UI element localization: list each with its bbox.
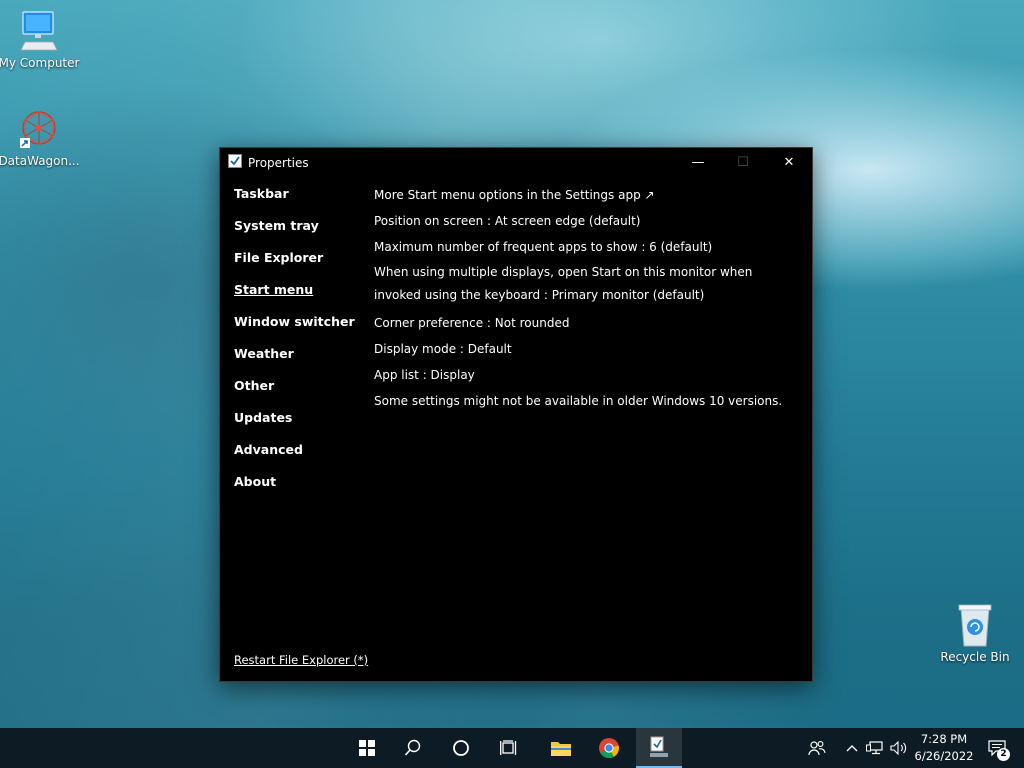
properties-window: Properties — ☐ ✕ Taskbar System tray Fil… bbox=[219, 147, 813, 682]
close-button[interactable]: ✕ bbox=[766, 148, 812, 178]
system-clock[interactable]: 7:28 PM 6/26/2022 bbox=[908, 731, 980, 765]
start-button[interactable] bbox=[344, 728, 390, 768]
properties-app-icon bbox=[650, 736, 668, 757]
app-icon bbox=[228, 154, 242, 168]
setting-corner-preference[interactable]: Corner preference : Not rounded bbox=[374, 310, 794, 336]
task-view-button[interactable] bbox=[486, 728, 532, 768]
clock-date: 6/26/2022 bbox=[914, 749, 974, 763]
notification-count-badge: 2 bbox=[997, 748, 1010, 761]
desktop-icon-datawagon[interactable]: DataWagon... bbox=[0, 108, 81, 168]
recycle-bin-icon bbox=[958, 604, 992, 647]
task-view-icon bbox=[500, 740, 517, 755]
speaker-icon bbox=[890, 741, 907, 755]
settings-content: More Start menu options in the Settings … bbox=[374, 182, 794, 414]
file-explorer-taskbar-button[interactable] bbox=[538, 728, 584, 768]
setting-position-on-screen[interactable]: Position on screen : At screen edge (def… bbox=[374, 208, 794, 234]
setting-frequent-apps[interactable]: Maximum number of frequent apps to show … bbox=[374, 234, 794, 260]
folder-icon bbox=[551, 742, 571, 756]
people-button[interactable] bbox=[804, 728, 830, 768]
taskbar: 7:28 PM 6/26/2022 bbox=[0, 728, 1024, 768]
title-bar[interactable]: Properties — ☐ ✕ bbox=[220, 148, 812, 178]
search-button[interactable] bbox=[390, 728, 436, 768]
computer-icon bbox=[20, 11, 58, 51]
desktop-icon-label: Recycle Bin bbox=[940, 650, 1010, 664]
people-icon bbox=[808, 741, 826, 756]
datawagon-network-icon bbox=[20, 111, 56, 148]
compatibility-note: Some settings might not be available in … bbox=[374, 394, 783, 408]
settings-app-link[interactable]: More Start menu options in the Settings … bbox=[374, 182, 794, 208]
chrome-taskbar-button[interactable] bbox=[586, 728, 632, 768]
nav-item-window-switcher[interactable]: Window switcher bbox=[234, 310, 364, 342]
volume-button[interactable] bbox=[888, 728, 910, 768]
nav-item-advanced[interactable]: Advanced bbox=[234, 438, 364, 470]
properties-taskbar-button[interactable] bbox=[636, 728, 682, 768]
desktop-icon-label: DataWagon... bbox=[0, 154, 80, 168]
chevron-up-icon bbox=[846, 745, 858, 752]
nav-item-about[interactable]: About bbox=[234, 470, 364, 502]
restart-file-explorer-link[interactable]: Restart File Explorer (*) bbox=[234, 653, 368, 667]
settings-nav: Taskbar System tray File Explorer Start … bbox=[234, 182, 364, 502]
nav-item-other[interactable]: Other bbox=[234, 374, 364, 406]
nav-item-updates[interactable]: Updates bbox=[234, 406, 364, 438]
desktop-icon-my-computer[interactable]: My Computer bbox=[0, 10, 81, 70]
search-icon bbox=[404, 739, 421, 756]
network-button[interactable] bbox=[864, 728, 886, 768]
desktop-icon-label: My Computer bbox=[0, 56, 80, 70]
setting-app-list[interactable]: App list : Display bbox=[374, 362, 794, 388]
setting-display-mode[interactable]: Display mode : Default bbox=[374, 336, 794, 362]
nav-item-taskbar[interactable]: Taskbar bbox=[234, 182, 364, 214]
window-title: Properties bbox=[248, 156, 309, 170]
minimize-button[interactable]: — bbox=[675, 148, 721, 178]
setting-multiple-displays[interactable]: When using multiple displays, open Start… bbox=[374, 260, 794, 310]
cortana-circle-icon bbox=[453, 740, 469, 756]
clock-time: 7:28 PM bbox=[920, 732, 968, 746]
windows-logo-icon bbox=[359, 740, 375, 756]
desktop-icon-recycle-bin[interactable]: Recycle Bin bbox=[933, 602, 1017, 664]
cortana-button[interactable] bbox=[438, 728, 484, 768]
nav-item-start-menu[interactable]: Start menu bbox=[234, 278, 364, 310]
show-hidden-icons-button[interactable] bbox=[842, 728, 862, 768]
nav-item-weather[interactable]: Weather bbox=[234, 342, 364, 374]
network-icon bbox=[866, 741, 883, 755]
nav-item-file-explorer[interactable]: File Explorer bbox=[234, 246, 364, 278]
chrome-icon bbox=[599, 738, 619, 759]
maximize-button[interactable]: ☐ bbox=[720, 148, 766, 178]
nav-item-system-tray[interactable]: System tray bbox=[234, 214, 364, 246]
